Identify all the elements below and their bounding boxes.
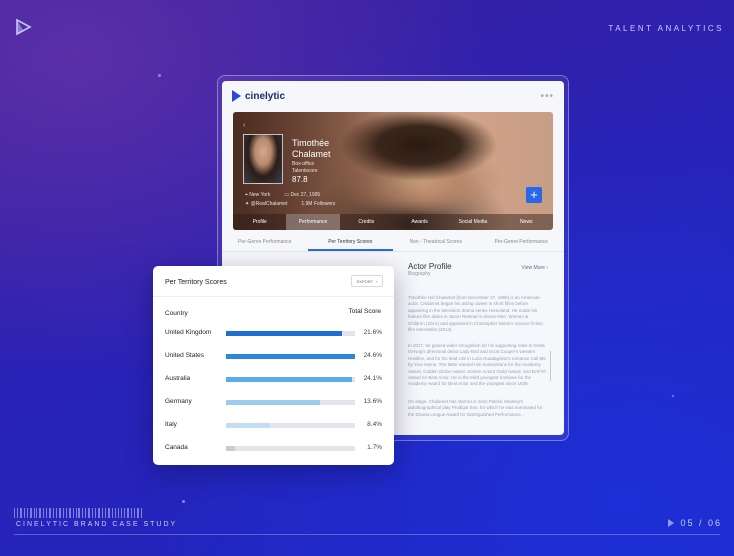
subtab-per-genre[interactable]: Per-Genre Performance <box>222 232 308 251</box>
subtab-per-territory[interactable]: Per Territory Scores <box>307 232 393 251</box>
score-percent: 8.4% <box>367 421 382 428</box>
territory-scores-card: Per Territory Scores EXPORT › Country To… <box>153 266 394 465</box>
tab-awards[interactable]: Awards <box>393 214 446 230</box>
territory-row: Italy 8.4% <box>153 419 394 431</box>
play-icon <box>668 519 675 527</box>
score-bar-track <box>226 331 355 336</box>
biography-label: Biography <box>408 271 431 277</box>
score-bar-track <box>226 354 355 359</box>
card-title: Per Territory Scores <box>165 279 227 286</box>
sparkle <box>672 395 674 397</box>
country-name: United Kingdom <box>165 329 212 336</box>
score-label-line1: Box-office <box>292 161 315 167</box>
location-value: New York <box>249 192 271 198</box>
birthdate-text: ▭ Dec 27, 1995 <box>284 192 321 198</box>
performance-sub-tabs: Per-Genre Performance Per Territory Scor… <box>222 232 564 252</box>
profile-tabs: Profile Performance Credits Awards Socia… <box>233 214 553 230</box>
brand-play-icon <box>16 18 32 36</box>
page-indicator: 05 / 06 <box>668 518 722 528</box>
bio-paragraph-1: Timothée Hal Chalamet (born December 27,… <box>408 295 543 333</box>
tab-performance[interactable]: Performance <box>286 214 340 230</box>
score-bar-fill <box>226 331 343 336</box>
score-column-header: Total Score <box>348 308 381 315</box>
case-study-title: CINELYTIC BRAND CASE STUDY <box>16 521 178 528</box>
talent-score: 87.8 <box>292 175 308 184</box>
barcode-decoration <box>14 508 142 518</box>
more-options-icon[interactable]: ••• <box>540 91 554 102</box>
export-label: EXPORT <box>356 278 374 284</box>
social-handle[interactable]: ✦ @RealChalamet <box>245 201 287 207</box>
score-bar-fill <box>226 400 321 405</box>
view-more-link[interactable]: View More › <box>521 265 548 271</box>
actor-name: Timothée Chalamet <box>292 138 331 160</box>
score-percent: 13.6% <box>363 398 382 405</box>
territory-row: United States 24.6% <box>153 350 394 362</box>
tab-credits[interactable]: Credits <box>340 214 393 230</box>
score-bar-fill <box>226 354 355 359</box>
chevron-right-icon: › <box>376 278 378 284</box>
footer-divider <box>14 534 720 535</box>
country-name: Australia <box>165 375 191 382</box>
actor-meta-location: ⌖ New York ▭ Dec 27, 1995 <box>245 192 320 198</box>
logo-text: cinelytic <box>245 90 286 102</box>
tab-news[interactable]: News <box>500 214 553 230</box>
score-label: Box-office Talentscore <box>292 161 318 175</box>
score-bar-fill <box>226 446 236 451</box>
score-percent: 24.1% <box>363 375 382 382</box>
country-column-header: Country <box>165 310 188 317</box>
add-button[interactable]: + <box>526 187 542 203</box>
territory-row: Germany 13.6% <box>153 396 394 408</box>
actor-last-name: Chalamet <box>292 149 331 159</box>
score-bar-fill <box>226 423 270 428</box>
app-header: cinelytic ••• <box>222 81 564 111</box>
actor-profile-title: Actor Profile <box>408 262 452 271</box>
top-title: TALENT ANALYTICS <box>608 24 724 33</box>
sparkle <box>182 500 185 503</box>
birthdate-value: Dec 27, 1995 <box>290 192 321 198</box>
score-bar-track <box>226 446 355 451</box>
logo-play-icon <box>232 90 241 102</box>
score-percent: 24.6% <box>363 352 382 359</box>
page-number: 05 / 06 <box>680 518 722 528</box>
country-name: Canada <box>165 444 188 451</box>
country-name: United States <box>165 352 205 359</box>
back-chevron-icon[interactable]: ‹ <box>243 122 245 129</box>
tab-social-media[interactable]: Social Media <box>446 214 499 230</box>
actor-hero-banner: ‹ Timothée Chalamet Box-office Talentsco… <box>233 112 553 230</box>
bio-paragraph-2: In 2017, he gained wider recognition for… <box>408 343 546 387</box>
export-button[interactable]: EXPORT › <box>351 275 383 287</box>
handle-value: @RealChalamet <box>250 201 288 207</box>
actor-first-name: Timothée <box>292 138 330 148</box>
score-label-line2: Talentscore <box>292 168 318 174</box>
score-percent: 1.7% <box>367 444 382 451</box>
tab-profile[interactable]: Profile <box>233 214 286 230</box>
sparkle <box>158 74 161 77</box>
actor-meta-social: ✦ @RealChalamet 1.9M Followers <box>245 201 335 207</box>
follower-count: 1.9M Followers <box>301 201 336 207</box>
bio-paragraph-3: On stage, Chalamet has starred in John P… <box>408 399 543 417</box>
country-name: Italy <box>165 421 177 428</box>
app-logo[interactable]: cinelytic <box>232 90 285 102</box>
subtab-non-theatrical[interactable]: Non - Theatrical Scores <box>393 232 479 251</box>
score-bar-track <box>226 423 355 428</box>
score-percent: 21.6% <box>363 329 382 336</box>
actor-portrait <box>243 134 283 184</box>
score-bar-track <box>226 400 355 405</box>
territory-row: Canada 1.7% <box>153 442 394 454</box>
territory-row: United Kingdom 21.6% <box>153 327 394 339</box>
subtab-per-genre-2[interactable]: Per-Genre Performance <box>479 232 565 251</box>
scrollbar[interactable] <box>550 351 551 381</box>
score-bar-track <box>226 377 355 382</box>
location-text: ⌖ New York <box>245 192 271 198</box>
country-name: Germany <box>165 398 192 405</box>
card-divider <box>153 296 394 297</box>
score-bar-fill <box>226 377 353 382</box>
view-more-label: View More <box>521 265 545 271</box>
territory-row: Australia 24.1% <box>153 373 394 385</box>
